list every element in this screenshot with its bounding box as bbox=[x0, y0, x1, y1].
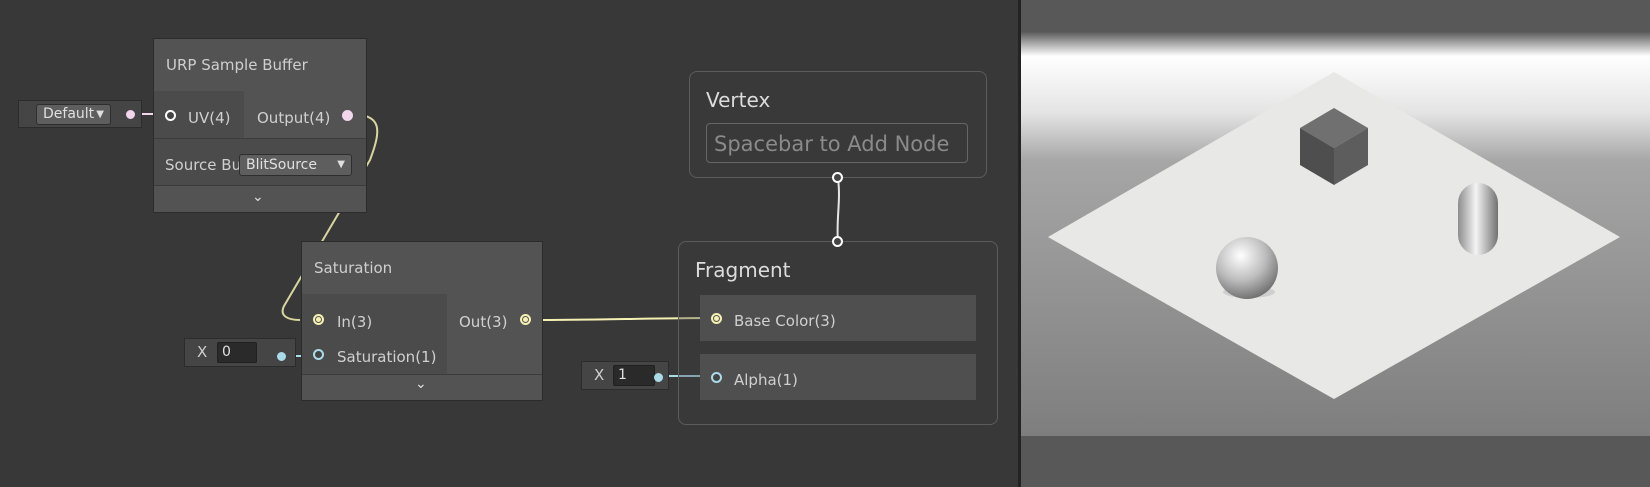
urp-source-value: BlitSource bbox=[246, 157, 317, 173]
saturation-x-label: X bbox=[197, 343, 208, 361]
scene-bottom-bar bbox=[1021, 436, 1650, 487]
urp-collapse-chevron-icon[interactable]: ⌄ bbox=[252, 189, 264, 205]
saturation-saturation-label: Saturation(1) bbox=[337, 348, 437, 366]
alpha-x-label: X bbox=[594, 366, 605, 384]
alpha-x-input[interactable]: 1 bbox=[613, 365, 655, 386]
urp-uv-label: UV(4) bbox=[188, 109, 231, 127]
alpha-port[interactable] bbox=[711, 372, 722, 383]
dropdown-caret-icon: ▼ bbox=[96, 109, 104, 120]
alpha-inline-output-port[interactable] bbox=[654, 373, 663, 382]
uv-mode-dropdown[interactable]: Default ▼ bbox=[36, 104, 111, 125]
fragment-context[interactable]: Fragment bbox=[678, 241, 998, 425]
vertex-placeholder-text: Spacebar to Add Node bbox=[714, 132, 950, 156]
scene-top-bar bbox=[1021, 0, 1650, 32]
sphere-object bbox=[1216, 237, 1278, 299]
saturation-title: Saturation bbox=[314, 259, 393, 277]
vertex-title: Vertex bbox=[706, 88, 771, 112]
vertex-add-node-placeholder[interactable]: Spacebar to Add Node bbox=[706, 123, 968, 163]
saturation-in-port[interactable] bbox=[313, 314, 324, 325]
vertex-context[interactable]: Vertex Spacebar to Add Node bbox=[689, 71, 987, 178]
edge-vertex-fragment bbox=[836, 178, 840, 243]
capsule-object bbox=[1458, 183, 1498, 255]
dropdown-caret-icon: ▼ bbox=[337, 159, 345, 170]
saturation-inline-output-port[interactable] bbox=[277, 352, 286, 361]
uv-inline-output-port[interactable] bbox=[126, 110, 135, 119]
base-color-label: Base Color(3) bbox=[734, 312, 836, 330]
urp-footer-separator bbox=[154, 185, 366, 186]
fragment-input-port[interactable] bbox=[832, 236, 843, 247]
saturation-out-port[interactable] bbox=[520, 314, 531, 325]
scene-preview[interactable] bbox=[1021, 0, 1650, 487]
scene-preview-render bbox=[1021, 0, 1650, 487]
urp-source-label: Source Bu bbox=[165, 156, 240, 174]
uv-mode-value: Default bbox=[43, 106, 95, 122]
urp-source-dropdown[interactable]: BlitSource ▼ bbox=[239, 154, 352, 176]
urp-sample-buffer-title: URP Sample Buffer bbox=[166, 56, 308, 74]
saturation-footer-separator bbox=[302, 374, 542, 375]
vertex-output-port[interactable] bbox=[832, 172, 843, 183]
saturation-collapse-chevron-icon[interactable]: ⌄ bbox=[415, 376, 427, 392]
saturation-saturation-port[interactable] bbox=[313, 349, 324, 360]
urp-output-port[interactable] bbox=[342, 110, 353, 121]
urp-output-label: Output(4) bbox=[257, 109, 331, 127]
alpha-label: Alpha(1) bbox=[734, 371, 798, 389]
saturation-x-input[interactable]: 0 bbox=[217, 342, 257, 363]
saturation-in-label: In(3) bbox=[337, 313, 373, 331]
base-color-port[interactable] bbox=[711, 313, 722, 324]
urp-uv-input-port[interactable] bbox=[165, 110, 176, 121]
fragment-title: Fragment bbox=[695, 258, 791, 282]
saturation-out-label: Out(3) bbox=[459, 313, 508, 331]
shader-graph-canvas[interactable]: URP Sample Buffer ⌄ UV(4) Output(4) Sour… bbox=[0, 0, 1018, 487]
